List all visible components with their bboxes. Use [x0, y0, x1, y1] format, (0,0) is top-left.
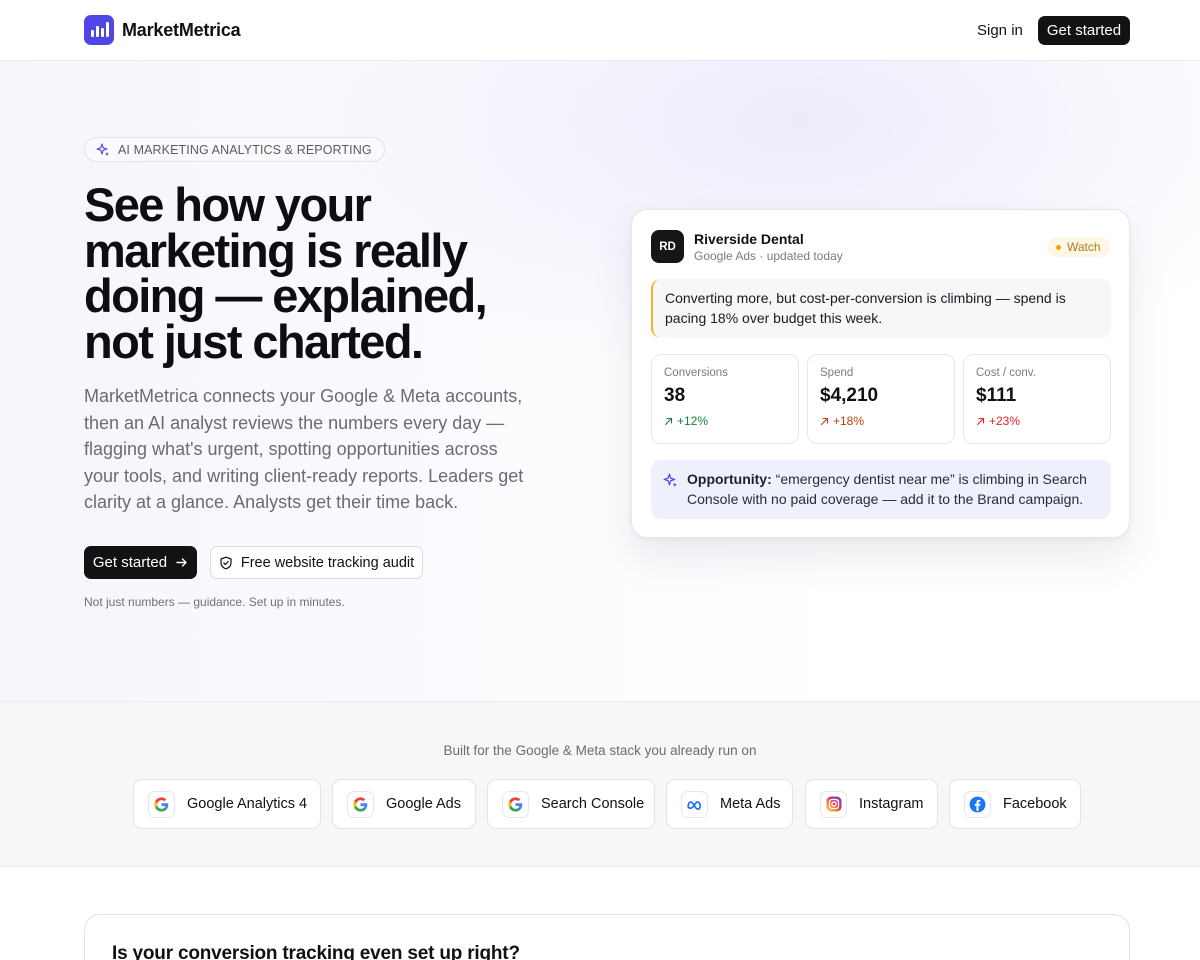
integration-google-ads[interactable]: Google Ads: [332, 779, 476, 829]
integration-label: Search Console: [541, 796, 645, 812]
category-badge-text: AI MARKETING ANALYTICS & REPORTING: [118, 142, 372, 157]
integration-label: Google Ads: [386, 796, 461, 812]
google-icon: [148, 790, 175, 818]
brand-name: MarketMetrica: [122, 19, 241, 40]
integration-instagram[interactable]: Instagram: [805, 779, 938, 829]
tracking-audit-button[interactable]: Free website tracking audit: [210, 546, 423, 579]
audit-title: Is your conversion tracking even set up …: [112, 943, 520, 960]
metric-value: $4,210: [820, 385, 879, 406]
google-icon: [502, 790, 529, 818]
status-badge: Watch: [1047, 237, 1110, 257]
metric-conversions: Conversions 38 +12%: [651, 354, 799, 444]
metric-delta-value: +23%: [989, 414, 1021, 428]
google-icon: [347, 790, 374, 818]
insight-callout: Converting more, but cost-per-conversion…: [651, 279, 1111, 338]
metric-label: Conversions: [664, 367, 728, 379]
meta-icon: [681, 790, 708, 818]
integration-meta-ads[interactable]: Meta Ads: [666, 779, 793, 829]
integrations-section: Built for the Google & Meta stack you al…: [0, 701, 1200, 867]
opportunity-callout: Opportunity: “emergency dentist near me”…: [651, 460, 1111, 519]
hero-get-started-label: Get started: [92, 554, 168, 571]
integration-label: Meta Ads: [720, 796, 781, 812]
metric-cost-per-conversion: Cost / conv. $111 +23%: [963, 354, 1111, 444]
metric-delta: +18%: [820, 414, 954, 428]
sign-in-link[interactable]: Sign in: [977, 22, 1023, 39]
hero-subcopy: MarketMetrica connects your Google & Met…: [84, 386, 524, 512]
arrow-up-right-icon: [664, 417, 673, 425]
site-header: MarketMetrica Sign in Get started: [0, 0, 1200, 61]
metric-delta: +23%: [976, 414, 1110, 428]
metric-spend: Spend $4,210 +18%: [807, 354, 955, 444]
hero-section: AI MARKETING ANALYTICS & REPORTING See h…: [0, 61, 1200, 701]
hero-headline: See how your marketing is really doing —…: [84, 178, 488, 368]
arrow-up-right-icon: [820, 417, 829, 425]
facebook-icon: [964, 790, 991, 818]
client-insight-card: RD Riverside Dental Google Ads · updated…: [631, 209, 1130, 538]
client-avatar: RD: [651, 230, 684, 263]
arrow-right-icon: [176, 558, 187, 567]
tracking-audit-label: Free website tracking audit: [240, 554, 415, 571]
sparkle-icon: [96, 142, 109, 156]
category-badge: AI MARKETING ANALYTICS & REPORTING: [84, 137, 385, 162]
sparkle-icon: [663, 473, 677, 487]
integration-label: Google Analytics 4: [187, 796, 308, 812]
status-dot-icon: [1056, 244, 1061, 250]
client-subtitle: Google Ads · updated today: [694, 249, 843, 263]
integrations-title: Built for the Google & Meta stack you al…: [443, 743, 757, 758]
shield-check-icon: [220, 556, 232, 569]
brand-logo[interactable]: MarketMetrica: [84, 15, 241, 45]
integration-google-analytics-4[interactable]: Google Analytics 4: [133, 779, 321, 829]
metric-delta-value: +12%: [677, 414, 709, 428]
metric-value: $111: [976, 385, 1017, 406]
arrow-up-right-icon: [976, 417, 985, 425]
metric-delta-value: +18%: [833, 414, 865, 428]
metric-label: Cost / conv.: [976, 367, 1036, 379]
client-name: Riverside Dental: [694, 231, 804, 247]
metric-delta: +12%: [664, 414, 798, 428]
integration-label: Instagram: [859, 796, 924, 812]
integration-facebook[interactable]: Facebook: [949, 779, 1081, 829]
integration-label: Facebook: [1003, 796, 1067, 812]
status-badge-text: Watch: [1067, 240, 1101, 254]
opportunity-label: Opportunity:: [687, 471, 772, 487]
header-get-started-button[interactable]: Get started: [1038, 16, 1130, 45]
hero-footnote: Not just numbers — guidance. Set up in m…: [84, 595, 345, 609]
bar-chart-icon: [84, 15, 114, 45]
instagram-icon: [820, 790, 847, 818]
metric-value: 38: [664, 385, 686, 406]
metric-label: Spend: [820, 367, 854, 379]
integration-search-console[interactable]: Search Console: [487, 779, 655, 829]
hero-get-started-button[interactable]: Get started: [84, 546, 197, 579]
tracking-audit-section: Is your conversion tracking even set up …: [84, 914, 1130, 960]
